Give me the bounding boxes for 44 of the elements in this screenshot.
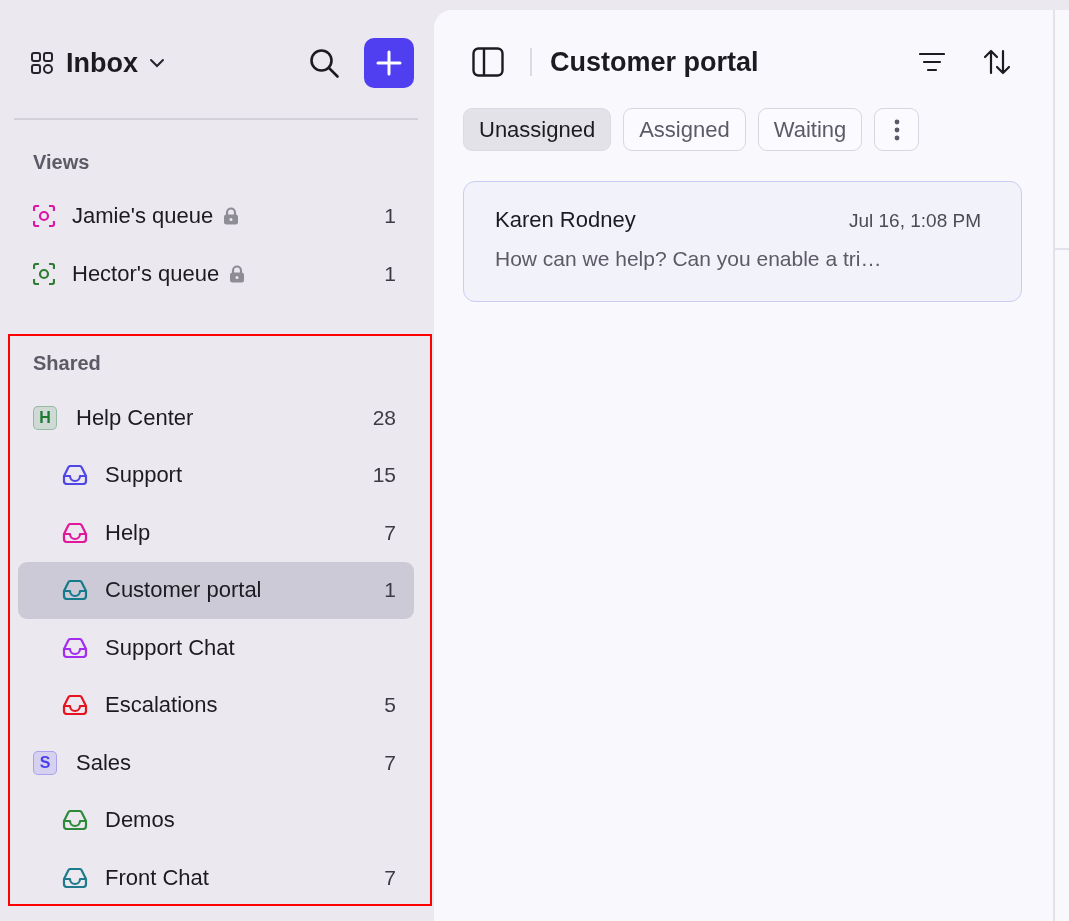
sort-icon[interactable] xyxy=(983,49,1011,75)
grid-icon xyxy=(30,51,54,75)
inbox-switcher[interactable]: Inbox xyxy=(30,47,166,79)
view-item[interactable]: Hector's queue 1 xyxy=(18,245,414,303)
inbox-item[interactable]: Escalations 5 xyxy=(18,676,414,734)
inbox-item[interactable]: Support 15 xyxy=(18,446,414,504)
filter-tab[interactable]: Waiting xyxy=(757,108,863,151)
view-label: Hector's queue xyxy=(72,261,220,287)
inbox-item[interactable]: Support Chat xyxy=(18,619,414,677)
inbox-item[interactable]: Customer portal 1 xyxy=(18,561,414,619)
section-heading: Views xyxy=(32,150,91,174)
message-preview: How can we help? Can you enable a tri… xyxy=(495,247,883,271)
count: 5 xyxy=(384,693,396,718)
list-title: Customer portal xyxy=(550,46,759,78)
conversation-card[interactable]: Karen Rodney Jul 16, 1:08 PM How can we help? Can you enable a tri… xyxy=(463,181,1022,302)
count: 28 xyxy=(372,405,396,430)
count: 1 xyxy=(384,262,396,286)
more-button[interactable] xyxy=(874,108,920,151)
view-item[interactable]: Jamie's queue 1 xyxy=(18,187,414,245)
sidebar-toggle-icon[interactable] xyxy=(472,47,504,77)
filter-icon[interactable] xyxy=(919,51,945,73)
more-icon xyxy=(893,118,900,141)
search-icon[interactable] xyxy=(308,47,340,79)
filter-tab[interactable]: Assigned xyxy=(623,108,746,151)
count: 1 xyxy=(384,204,396,228)
sender-name: Karen Rodney xyxy=(495,207,636,233)
view-label: Jamie's queue xyxy=(72,203,214,229)
section-heading: Shared xyxy=(32,351,102,375)
team-item[interactable]: H Help Center 28 xyxy=(18,389,414,447)
plus-icon xyxy=(376,50,402,76)
inbox-item[interactable]: Demos xyxy=(18,791,414,849)
count: 7 xyxy=(384,865,396,890)
timestamp: Jul 16, 1:08 PM xyxy=(848,210,981,232)
count: 7 xyxy=(384,750,396,775)
filter-tab[interactable]: Unassigned xyxy=(463,108,612,151)
team-badge: S xyxy=(33,750,57,775)
team-badge: H xyxy=(33,405,57,430)
inbox-item[interactable]: Help 7 xyxy=(18,504,414,562)
count: 7 xyxy=(384,520,396,545)
count: 1 xyxy=(384,578,396,603)
team-item[interactable]: S Sales 7 xyxy=(18,734,414,792)
count: 15 xyxy=(372,463,396,488)
inbox-item[interactable]: Front Chat 7 xyxy=(18,849,414,907)
new-button[interactable] xyxy=(364,38,414,88)
